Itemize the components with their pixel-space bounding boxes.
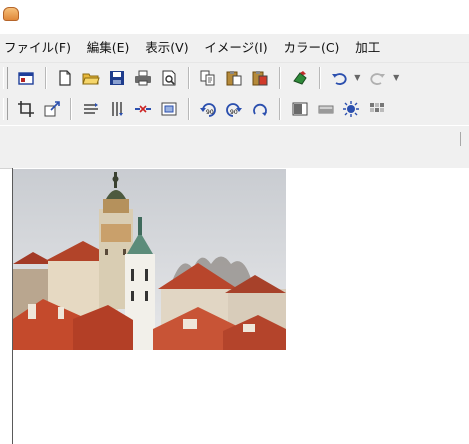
- redo-dropdown-arrow[interactable]: ▼: [393, 73, 399, 82]
- flip-vertical-icon[interactable]: [108, 100, 126, 118]
- castle-town-photo[interactable]: [13, 169, 286, 350]
- menu-process[interactable]: 加工: [349, 34, 386, 62]
- rotate-90-right-icon[interactable]: 90: [225, 100, 243, 118]
- print-icon[interactable]: [134, 69, 152, 87]
- image-toolbar: 90 90: [0, 94, 469, 125]
- copy-icon[interactable]: [199, 69, 217, 87]
- flip-horizontal-icon[interactable]: [82, 100, 100, 118]
- new-file-icon[interactable]: [56, 69, 74, 87]
- redo-icon[interactable]: [369, 69, 387, 87]
- paste-icon[interactable]: [225, 69, 243, 87]
- brightness-icon[interactable]: [291, 100, 309, 118]
- scan-icon[interactable]: [291, 69, 309, 87]
- main-toolbar: ▼ ▼: [0, 63, 469, 94]
- toolbar-separator: [44, 67, 47, 89]
- paste-special-icon[interactable]: [251, 69, 269, 87]
- toolbar-grip[interactable]: [3, 98, 8, 120]
- undo-dropdown-arrow[interactable]: ▼: [354, 73, 360, 82]
- menu-image[interactable]: イメージ(I): [198, 34, 273, 62]
- toolbar-separator: [70, 98, 73, 120]
- rotate-180-icon[interactable]: [251, 100, 269, 118]
- contrast-icon[interactable]: [317, 100, 335, 118]
- open-folder-icon[interactable]: [82, 69, 101, 87]
- ruler-bar: [0, 126, 469, 169]
- toolbar-separator: [278, 67, 281, 89]
- menu-bar: ファイル(F) 編集(E) 表示(V) イメージ(I) カラー(C) 加工: [0, 34, 469, 63]
- title-bar: [0, 0, 469, 34]
- app-icon[interactable]: [3, 7, 19, 21]
- toolbar-separator: [187, 98, 190, 120]
- frame-icon[interactable]: [160, 100, 178, 118]
- toolbar-separator: [187, 67, 190, 89]
- svg-text:90: 90: [206, 109, 214, 116]
- toolbar-grip[interactable]: [3, 67, 8, 89]
- crop-icon[interactable]: [17, 100, 35, 118]
- menu-edit[interactable]: 編集(E): [81, 34, 136, 62]
- print-preview-icon[interactable]: [160, 69, 178, 87]
- menu-file[interactable]: ファイル(F): [0, 34, 77, 62]
- rotate-90-left-icon[interactable]: 90: [199, 100, 217, 118]
- ruler-marker[interactable]: [460, 132, 461, 146]
- sharpen-icon[interactable]: [342, 100, 360, 118]
- open-window-icon[interactable]: [17, 69, 35, 87]
- mosaic-icon[interactable]: [368, 100, 386, 118]
- undo-icon[interactable]: [330, 69, 348, 87]
- save-icon[interactable]: [108, 69, 126, 87]
- resize-icon[interactable]: [43, 100, 61, 118]
- trim-icon[interactable]: [134, 100, 152, 118]
- toolbar-separator: [278, 98, 281, 120]
- menu-view[interactable]: 表示(V): [139, 34, 194, 62]
- toolbar-separator: [318, 67, 321, 89]
- menu-color[interactable]: カラー(C): [277, 34, 345, 62]
- svg-text:90: 90: [230, 109, 238, 116]
